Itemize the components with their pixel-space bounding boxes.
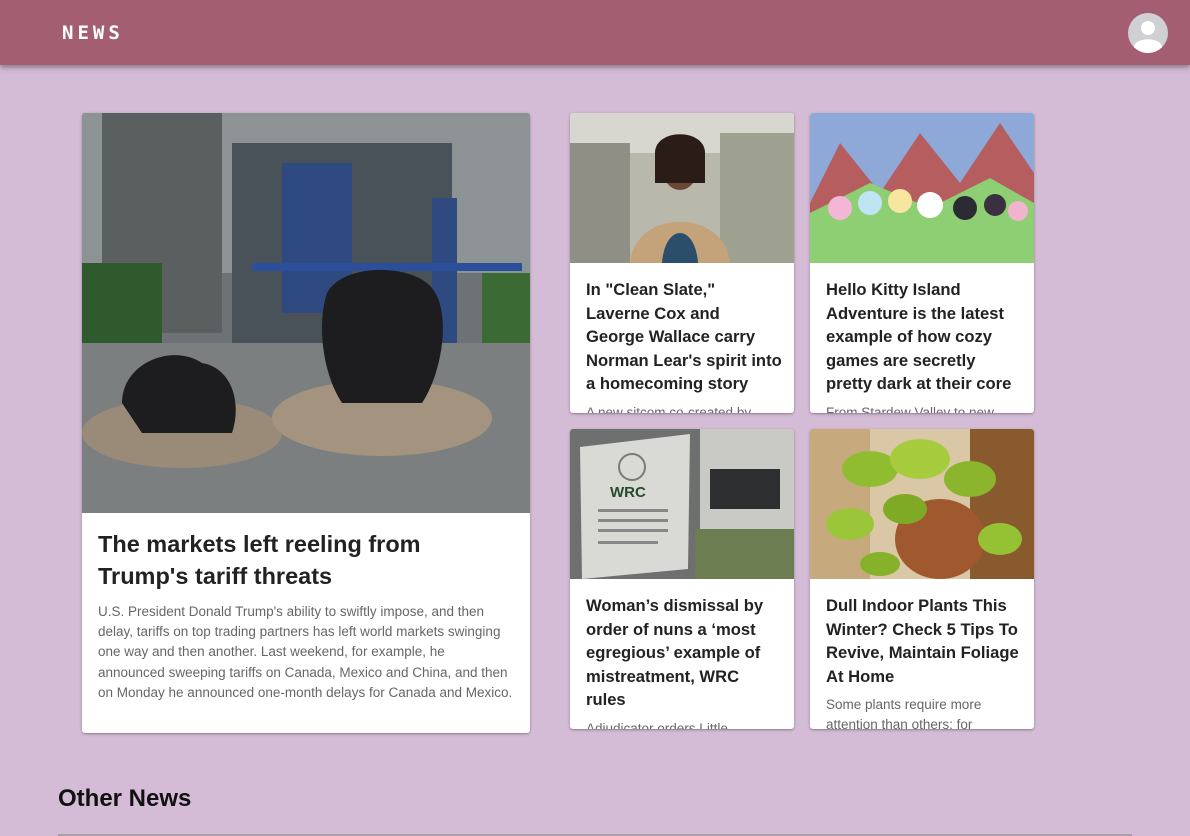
article-summary: Some plants require more attention than … [826,697,982,729]
article-card[interactable]: Dull Indoor Plants This Winter? Check 5 … [810,429,1034,729]
featured-article-title: The markets left reeling from Trump's ta… [98,531,421,589]
article-title: In "Clean Slate," Laverne Cox and George… [586,280,782,394]
article-title: Hello Kitty Island Adventure is the late… [826,280,1012,394]
article-summary: A new sitcom co-created by [586,405,752,413]
article-title: Dull Indoor Plants This Winter? Check 5 … [826,596,1019,686]
featured-article-card[interactable]: The markets left reeling from Trump's ta… [82,113,530,733]
article-title: Woman’s dismissal by order of nuns a ‘mo… [586,596,764,710]
article-card[interactable]: WRC Woman’s dismissal by order of nuns a… [570,429,794,729]
account-circle-icon[interactable] [1128,13,1168,53]
featured-article-summary: U.S. President Donald Trump's ability to… [98,604,513,700]
stock-exchange-bull-statues-photo [82,113,530,513]
hello-kitty-island-game-screenshot [810,113,1034,263]
app-brand[interactable]: NEWS [62,21,124,45]
actress-portrait-photo [570,113,794,263]
svg-text:WRC: WRC [610,484,646,501]
article-card[interactable]: Hello Kitty Island Adventure is the late… [810,113,1034,413]
article-summary: From Stardew Valley to new [826,405,994,413]
article-summary: Adjudicator orders Little [586,721,728,729]
article-card[interactable]: In "Clean Slate," Laverne Cox and George… [570,113,794,413]
pothos-houseplant-photo [810,429,1034,579]
other-news-heading: Other News [58,785,192,812]
wrc-building-sign-photo: WRC [570,429,794,579]
app-bar: NEWS [0,0,1190,65]
